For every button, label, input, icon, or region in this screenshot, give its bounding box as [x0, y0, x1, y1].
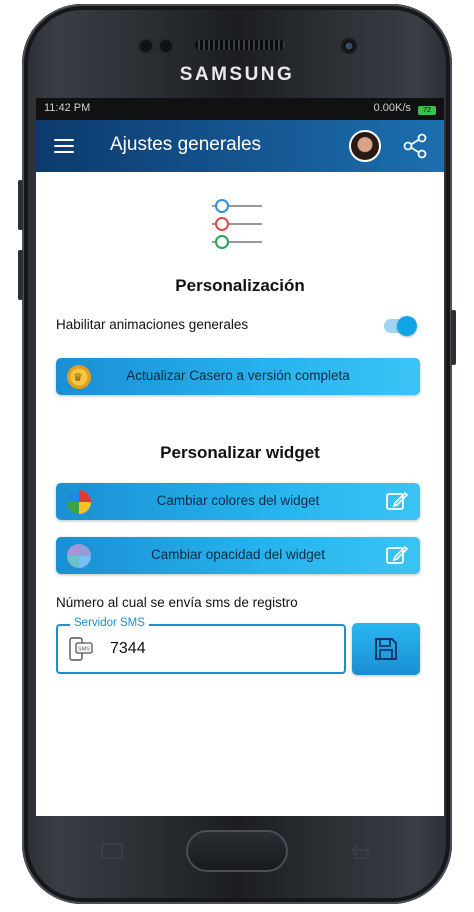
- sms-server-field[interactable]: Servidor SMS SMS 7344: [56, 617, 346, 674]
- battery-icon: 72: [418, 106, 436, 115]
- recent-apps-key: [101, 843, 123, 859]
- light-sensor: [158, 38, 174, 54]
- personalization-title: Personalización: [175, 276, 305, 295]
- app-bar: Ajustes generales: [36, 120, 444, 172]
- earpiece-speaker: [195, 40, 285, 50]
- animations-toggle[interactable]: [384, 316, 417, 336]
- widget-title: Personalizar widget: [160, 443, 320, 462]
- home-button: [186, 830, 288, 872]
- sms-field-label: Servidor SMS: [70, 617, 149, 629]
- edit-icon: [386, 491, 409, 510]
- change-colors-button[interactable]: Cambiar colores del widget: [56, 483, 420, 520]
- page-title: Ajustes generales: [110, 134, 262, 155]
- upgrade-button-label: Actualizar Casero a versión completa: [126, 368, 350, 383]
- screen: 11:42 PM 0.00K/s 72 Ajustes generales Pe…: [36, 98, 444, 816]
- animations-label: Habilitar animaciones generales: [56, 317, 249, 332]
- save-button[interactable]: [352, 623, 420, 675]
- status-bar: 11:42 PM 0.00K/s 72: [36, 98, 444, 120]
- sliders-icon: [212, 199, 262, 249]
- change-colors-label: Cambiar colores del widget: [156, 493, 320, 508]
- brand-logo: SAMSUNG: [179, 64, 295, 85]
- floppy-save-icon: [375, 638, 397, 660]
- upgrade-button[interactable]: ♛ Actualizar Casero a versión completa: [56, 358, 420, 395]
- power-button: [451, 310, 456, 365]
- front-camera: [341, 38, 357, 54]
- sms-value: 7344: [110, 640, 146, 657]
- sms-description: Número al cual se envía sms de registro: [56, 595, 298, 610]
- proximity-sensor: [138, 38, 154, 54]
- share-icon[interactable]: [402, 133, 428, 159]
- change-opacity-button[interactable]: Cambiar opacidad del widget: [56, 537, 420, 574]
- network-speed: 0.00K/s: [373, 102, 411, 114]
- avatar[interactable]: [349, 130, 381, 162]
- bixby-button: [18, 250, 23, 300]
- edit-icon: [386, 545, 409, 564]
- change-opacity-label: Cambiar opacidad del widget: [150, 547, 326, 562]
- status-right: 0.00K/s 72: [374, 102, 436, 115]
- svg-text:SMS: SMS: [78, 647, 90, 653]
- phone-sms-icon: SMS: [69, 637, 93, 661]
- volume-button: [18, 180, 23, 230]
- toggle-knob: [397, 316, 417, 336]
- back-key: [351, 844, 369, 859]
- hamburger-menu-icon[interactable]: [54, 139, 74, 153]
- status-time: 11:42 PM: [44, 102, 91, 114]
